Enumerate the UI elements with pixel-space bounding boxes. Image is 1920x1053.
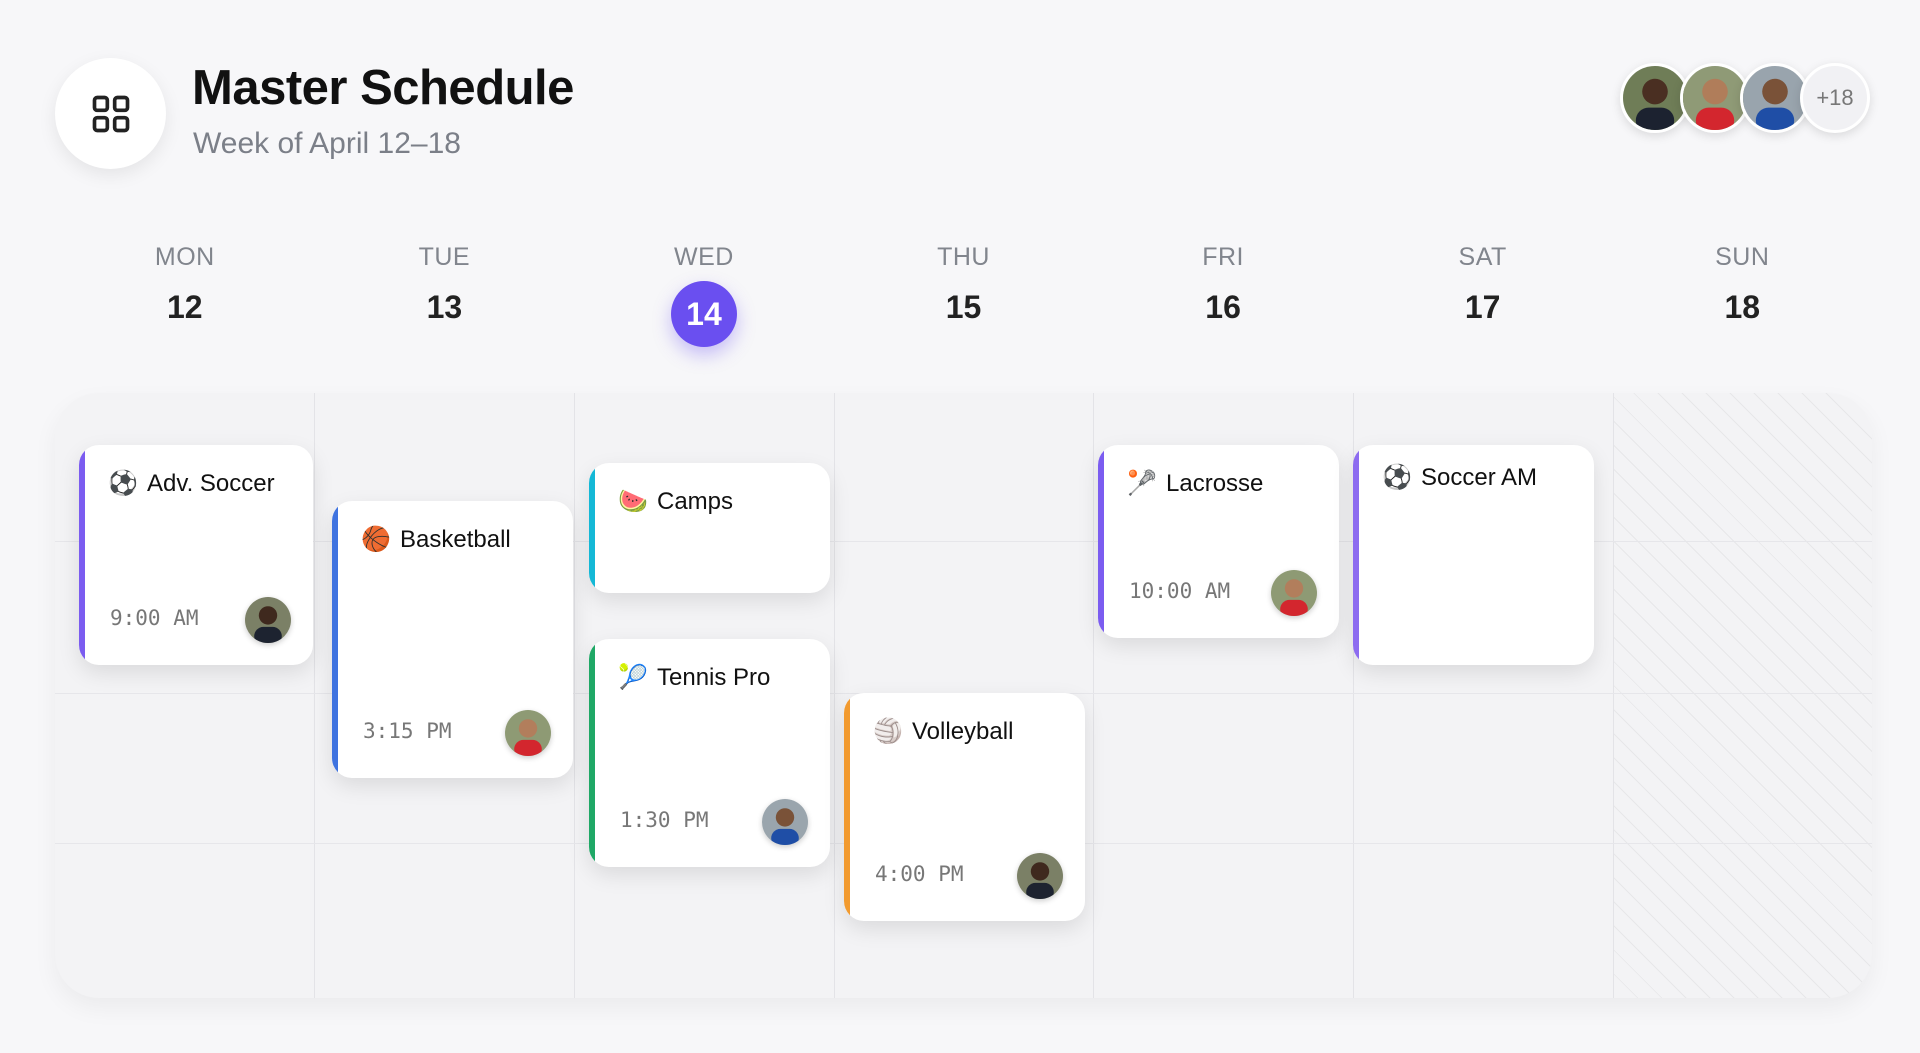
more-members-badge[interactable]: +18 [1800,63,1870,133]
team-avatars[interactable]: +18 [1620,63,1870,133]
day-header-sun[interactable]: SUN 18 [1612,240,1872,347]
event-title: Soccer AM [1421,463,1538,491]
week-grid[interactable]: ⚽ Adv. Soccer 9:00 AM 🏀 Basketball 3:15 … [55,393,1872,998]
day-name: MON [154,243,215,271]
event-card-lacrosse[interactable]: 🥍 Lacrosse 10:00 AM [1098,445,1339,638]
event-time: 3:15 PM [363,719,452,743]
day-header-sat[interactable]: SAT 17 [1353,240,1613,347]
soccer-ball-icon: ⚽ [108,470,138,497]
page-title: Master Schedule [192,61,574,115]
event-accent [79,445,85,665]
day-number: 15 [945,289,982,325]
column-divider [574,393,575,998]
event-card-basketball[interactable]: 🏀 Basketball 3:15 PM [332,501,573,778]
event-accent [844,693,850,921]
event-accent [589,463,595,593]
day-number: 13 [426,289,463,325]
coach-avatar[interactable] [762,799,808,845]
day-name: THU [937,243,990,271]
day-number: 12 [166,289,203,325]
week-range: Week of April 12–18 [193,127,461,160]
day-number: 17 [1464,289,1501,325]
event-card-tennis-pro[interactable]: 🎾 Tennis Pro 1:30 PM [589,639,830,867]
event-card-volleyball[interactable]: 🏐 Volleyball 4:00 PM [844,693,1085,921]
day-name: WED [674,243,734,271]
day-header-mon[interactable]: MON 12 [55,240,315,347]
watermelon-icon: 🍉 [618,488,648,515]
event-title: Basketball [400,525,511,553]
event-time: 10:00 AM [1129,579,1231,603]
apps-menu-button[interactable] [55,58,166,169]
day-name: SAT [1458,243,1507,271]
coach-avatar[interactable] [1017,853,1063,899]
day-number: 18 [1724,289,1761,325]
volleyball-icon: 🏐 [873,718,903,745]
grid-icon [92,95,129,132]
event-time: 1:30 PM [620,808,709,832]
coach-avatar[interactable] [1271,570,1317,616]
today-day-number: 14 [670,281,737,347]
event-title: Tennis Pro [657,663,771,691]
unavailable-day-hatch [1613,393,1872,998]
event-accent [589,639,595,867]
column-divider [314,393,315,998]
column-divider [834,393,835,998]
event-card-soccer-am[interactable]: ⚽ Soccer AM [1353,445,1594,665]
event-accent [1098,445,1104,638]
event-title: Volleyball [912,717,1014,745]
basketball-icon: 🏀 [361,526,391,553]
coach-avatar[interactable] [505,710,551,756]
event-title: Lacrosse [1166,469,1264,497]
day-number: 16 [1205,289,1241,325]
event-title: Adv. Soccer [147,469,275,497]
day-name: TUE [418,243,471,271]
column-divider [1093,393,1094,998]
event-time: 9:00 AM [110,606,199,630]
tennis-ball-icon: 🎾 [618,664,648,691]
event-accent [1353,445,1359,665]
day-header-fri[interactable]: FRI 16 [1093,240,1353,347]
coach-avatar[interactable] [245,597,291,643]
event-time: 4:00 PM [875,862,964,886]
day-header-wed[interactable]: WED 14 [574,240,834,347]
day-name: FRI [1202,243,1244,271]
row-divider [55,541,1872,542]
day-name: SUN [1715,243,1770,271]
lacrosse-stick-icon: 🥍 [1127,470,1157,497]
event-title: Camps [657,487,734,515]
event-card-adv-soccer[interactable]: ⚽ Adv. Soccer 9:00 AM [79,445,313,665]
day-header-row: MON 12 TUE 13 WED 14 THU 15 FRI 16 SAT 1… [55,240,1872,347]
day-header-thu[interactable]: THU 15 [834,240,1094,347]
event-accent [332,501,338,778]
soccer-ball-icon: ⚽ [1382,464,1412,491]
day-header-tue[interactable]: TUE 13 [315,240,575,347]
column-divider [1613,393,1614,998]
event-card-camps[interactable]: 🍉 Camps [589,463,830,593]
